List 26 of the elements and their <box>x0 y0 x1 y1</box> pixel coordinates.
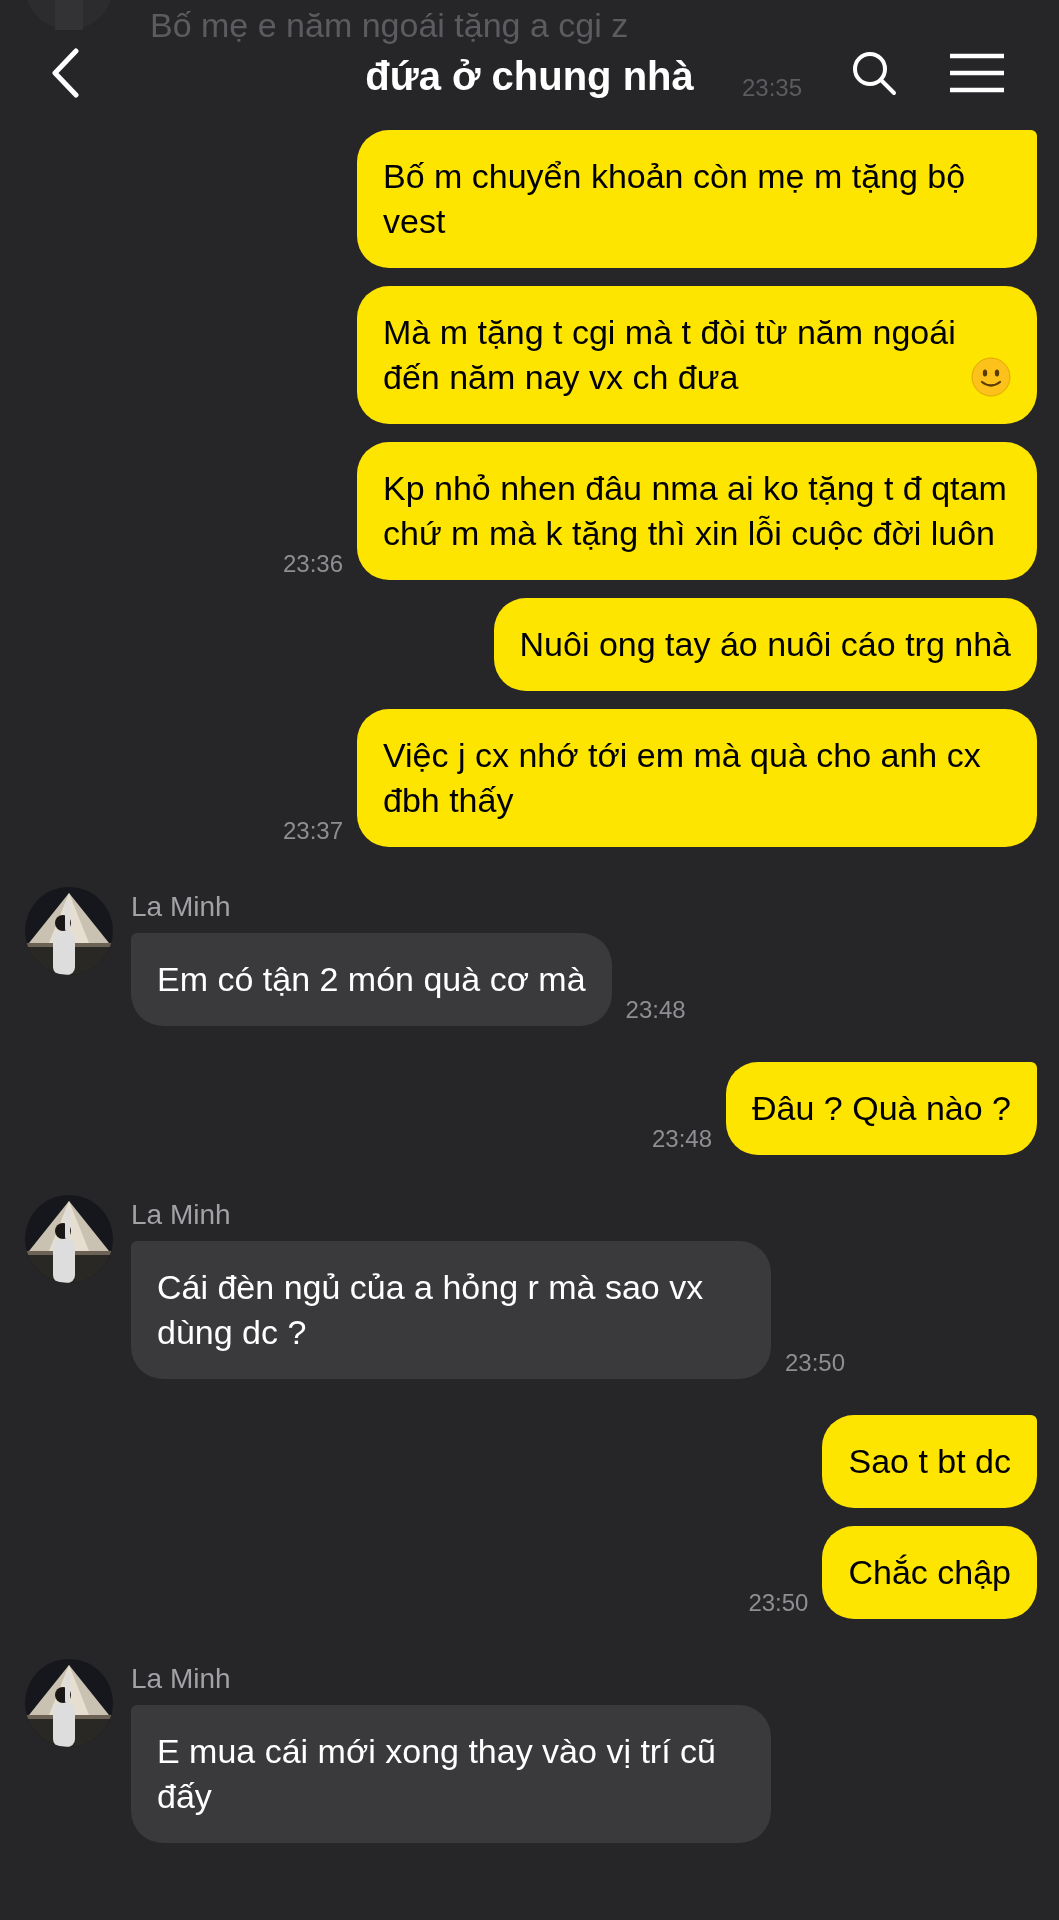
timestamp: 23:37 <box>282 817 343 846</box>
menu-icon[interactable] <box>950 53 1004 93</box>
message-text: Kp nhỏ nhen đâu nma ai ko tặng t đ qtam chứ m mà k tặng thì xin lỗi cuộc đời luôn <box>383 468 1008 554</box>
message-text: Đâu ? Quà nào ? <box>752 1088 1011 1129</box>
timestamp: 23:50 <box>748 1589 809 1618</box>
timestamp: 23:36 <box>282 550 343 579</box>
message-text: Em có tận 2 món quà cơ mà <box>157 960 586 998</box>
timestamp: 23:48 <box>651 1125 713 1154</box>
sender-name: La Minh <box>131 891 232 923</box>
timestamp: 23:48 <box>625 996 686 1025</box>
timestamp: 23:35 <box>742 74 803 102</box>
message-text: Chắc chập <box>848 1552 1011 1593</box>
search-icon[interactable] <box>850 49 898 97</box>
message-text: Việc j cx nhớ tới em mà quà cho anh cx đbh thấy <box>383 735 982 821</box>
timestamp: 23:50 <box>785 1349 846 1378</box>
message-text: Nuôi ong tay áo nuôi cáo trg nhà <box>519 624 1011 665</box>
message-text: E mua cái mới xong thay vào vị trí cũ đấy <box>157 1732 716 1815</box>
sender-name: La Minh <box>131 1199 232 1231</box>
message-text: Bố m chuyển khoản còn mẹ m tặng bộ vest <box>383 156 967 242</box>
back-icon[interactable] <box>50 48 80 98</box>
chat-title: đứa ở chung nhà <box>365 54 694 99</box>
message-text: Bố mẹ e năm ngoái tặng a cgi z <box>150 6 629 45</box>
message-text: Cái đèn ngủ của a hỏng r mà sao vx dùng dc ? <box>157 1268 704 1351</box>
sender-name: La Minh <box>131 1663 232 1695</box>
message-text: Mà m tặng t cgi mà t đòi từ năm ngoái đến năm nay vx ch đưa <box>383 312 957 398</box>
message-text: Sao t bt dc <box>848 1441 1011 1482</box>
